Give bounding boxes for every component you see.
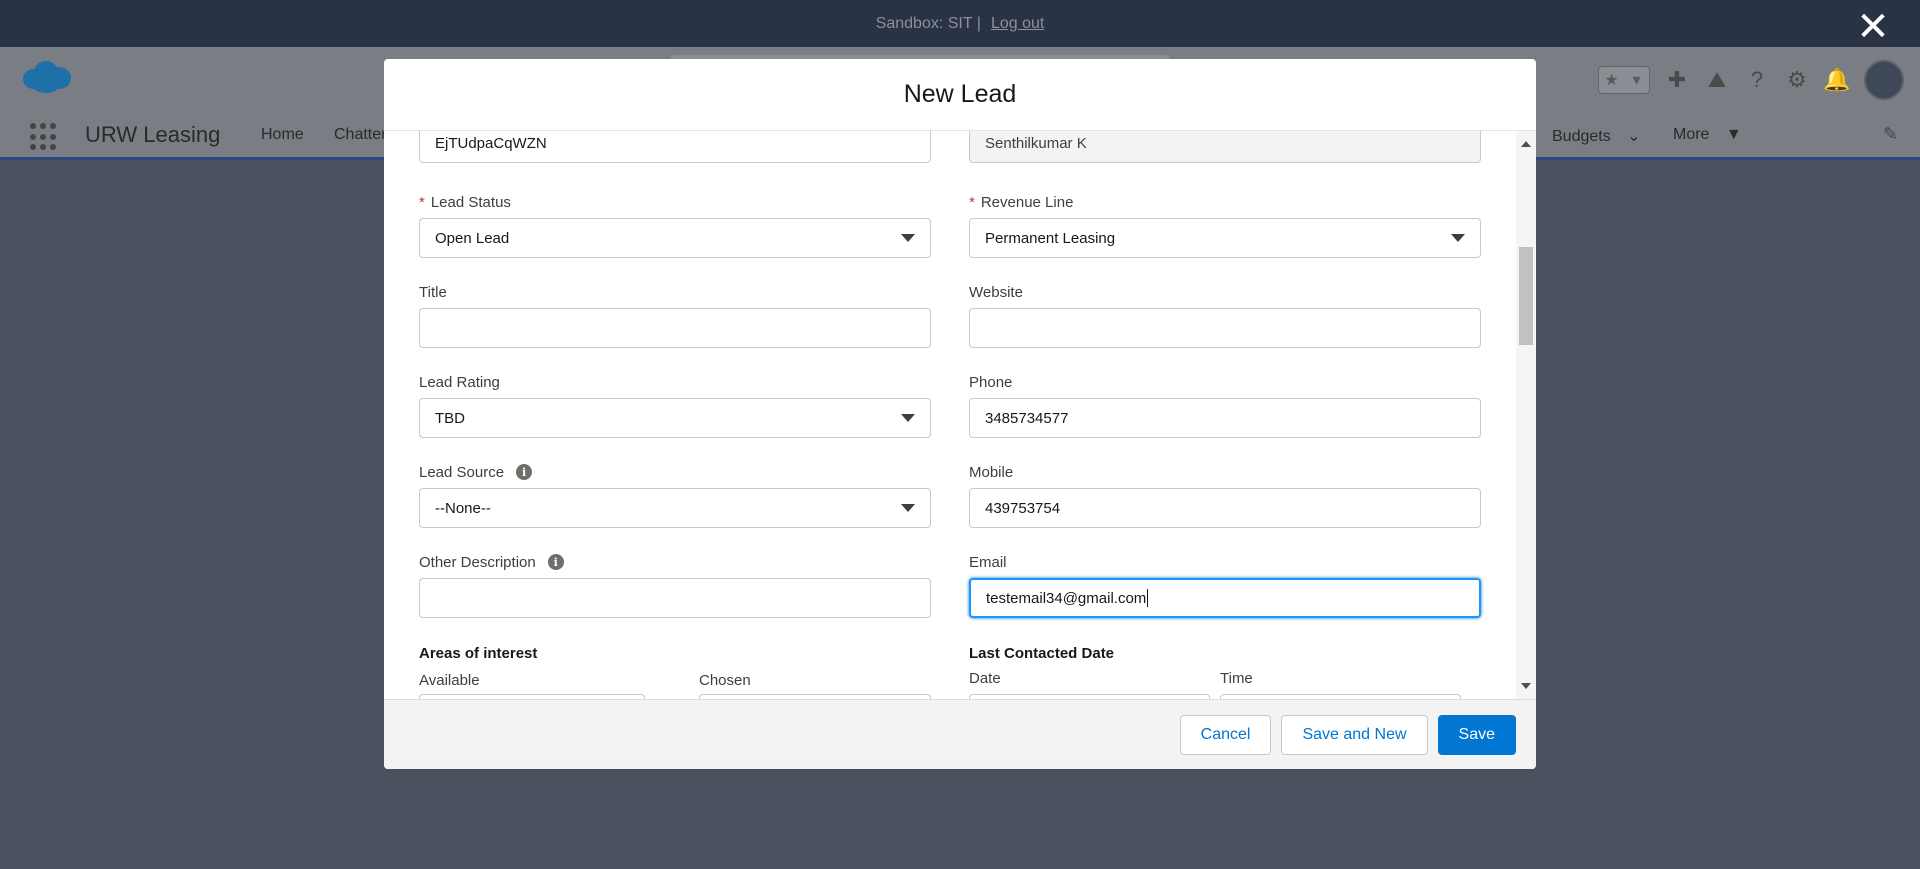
- field-website: Website: [969, 282, 1481, 348]
- lead-owner-input: Senthilkumar K: [969, 131, 1481, 163]
- bell-icon[interactable]: 🔔: [1823, 67, 1850, 93]
- nav-item-budgets[interactable]: Budgets ⌄: [1552, 126, 1641, 146]
- scroll-down-icon[interactable]: [1521, 683, 1531, 689]
- nav-item-more[interactable]: More ▼: [1673, 126, 1742, 144]
- required-marker: *: [969, 193, 975, 211]
- help-icon[interactable]: ?: [1744, 67, 1770, 93]
- caret-down-icon: [901, 234, 915, 242]
- save-button[interactable]: Save: [1437, 714, 1516, 755]
- modal-footer: Cancel Save and New Save: [384, 699, 1536, 769]
- header-utility-icons: ★ ▾ ✚ ⛰ ? ⚙ 🔔: [1598, 60, 1904, 100]
- email-label: Email: [969, 553, 1007, 571]
- sandbox-bar: Sandbox: SIT | Log out: [0, 0, 1920, 47]
- title-label: Title: [419, 283, 447, 301]
- close-modal-icon[interactable]: ✕: [1856, 7, 1890, 47]
- chevron-down-icon: ▾: [1632, 72, 1641, 89]
- app-name: URW Leasing: [85, 122, 221, 147]
- avatar[interactable]: [1864, 60, 1904, 100]
- lead-source-label: Lead Source: [419, 463, 505, 481]
- info-icon[interactable]: i: [547, 554, 564, 570]
- nav-item-home[interactable]: Home: [261, 126, 304, 144]
- chosen-label: Chosen: [699, 672, 751, 689]
- nav-item-label: Budgets: [1552, 128, 1611, 145]
- cancel-button[interactable]: Cancel: [1179, 714, 1272, 755]
- field-lead-rating: Lead Rating TBD: [419, 372, 931, 438]
- other-description-label: Other Description: [419, 553, 536, 571]
- favorites-button[interactable]: ★ ▾: [1598, 66, 1650, 94]
- lead-status-value: Open Lead: [435, 229, 510, 247]
- revenue-line-value: Permanent Leasing: [985, 229, 1116, 247]
- sandbox-label: Sandbox: SIT |: [875, 14, 981, 32]
- revenue-line-select[interactable]: Permanent Leasing: [969, 218, 1481, 258]
- phone-label: Phone: [969, 373, 1013, 391]
- add-icon[interactable]: ✚: [1664, 67, 1690, 93]
- star-icon: ★: [1604, 72, 1619, 89]
- caret-down-icon: [901, 504, 915, 512]
- caret-down-icon: ▼: [1725, 126, 1742, 143]
- field-other-description: Other Description i: [419, 552, 931, 618]
- lead-source-value: --None--: [435, 499, 491, 517]
- logout-link[interactable]: Log out: [991, 15, 1044, 33]
- field-lead-source: Lead Source i --None--: [419, 462, 931, 528]
- lead-rating-value: TBD: [435, 409, 465, 427]
- available-label: Available: [419, 672, 480, 689]
- nav-item-chatter[interactable]: Chatter: [334, 126, 386, 144]
- field-phone: Phone 3485734577: [969, 372, 1481, 438]
- website-input[interactable]: [969, 308, 1481, 348]
- lead-rating-label: Lead Rating: [419, 373, 500, 391]
- other-description-input[interactable]: [419, 578, 931, 618]
- field-mobile: Mobile 439753754: [969, 462, 1481, 528]
- date-label: Date: [969, 670, 1001, 687]
- email-value: testemail34@gmail.com: [986, 589, 1147, 607]
- text-cursor: [1147, 589, 1149, 607]
- caret-down-icon: [1451, 234, 1465, 242]
- caret-down-icon: [901, 414, 915, 422]
- areas-of-interest-title: Areas of interest: [419, 645, 538, 662]
- time-label: Time: [1220, 670, 1253, 687]
- field-revenue-line: * Revenue Line Permanent Leasing: [969, 192, 1481, 258]
- gear-icon[interactable]: ⚙: [1784, 67, 1810, 93]
- nav-item-label: More: [1673, 126, 1710, 143]
- modal-scrollbar[interactable]: [1516, 131, 1536, 699]
- new-lead-modal: New Lead EjTUdpaCqWZN Senthilkumar K * Le…: [384, 59, 1536, 769]
- info-icon[interactable]: i: [516, 464, 533, 480]
- field-top-left: EjTUdpaCqWZN: [419, 131, 931, 163]
- modal-title: New Lead: [384, 59, 1536, 131]
- revenue-line-label: Revenue Line: [980, 193, 1074, 211]
- title-input[interactable]: [419, 308, 931, 348]
- edit-nav-pencil-icon[interactable]: ✎: [1883, 124, 1898, 145]
- top-left-input[interactable]: EjTUdpaCqWZN: [419, 131, 931, 163]
- chevron-down-icon: ⌄: [1627, 128, 1641, 145]
- app-launcher-icon[interactable]: [30, 123, 58, 151]
- lead-status-label: Lead Status: [430, 193, 511, 211]
- scroll-up-icon[interactable]: [1521, 141, 1531, 147]
- phone-input[interactable]: 3485734577: [969, 398, 1481, 438]
- field-lead-status: * Lead Status Open Lead: [419, 192, 931, 258]
- website-label: Website: [969, 283, 1023, 301]
- lead-status-select[interactable]: Open Lead: [419, 218, 931, 258]
- last-contacted-title: Last Contacted Date: [969, 645, 1115, 662]
- salesforce-logo-icon: [23, 61, 71, 93]
- email-input[interactable]: testemail34@gmail.com: [969, 578, 1481, 618]
- scrollbar-thumb[interactable]: [1519, 247, 1533, 345]
- lead-rating-select[interactable]: TBD: [419, 398, 931, 438]
- field-email: Email testemail34@gmail.com: [969, 552, 1481, 618]
- modal-body: EjTUdpaCqWZN Senthilkumar K * Lead Status…: [384, 131, 1536, 699]
- mobile-label: Mobile: [969, 463, 1014, 481]
- trailhead-icon[interactable]: ⛰: [1704, 67, 1730, 93]
- field-title: Title: [419, 282, 931, 348]
- required-marker: *: [419, 193, 425, 211]
- save-and-new-button[interactable]: Save and New: [1281, 714, 1428, 755]
- field-lead-owner: Senthilkumar K: [969, 131, 1481, 163]
- lead-source-select[interactable]: --None--: [419, 488, 931, 528]
- mobile-input[interactable]: 439753754: [969, 488, 1481, 528]
